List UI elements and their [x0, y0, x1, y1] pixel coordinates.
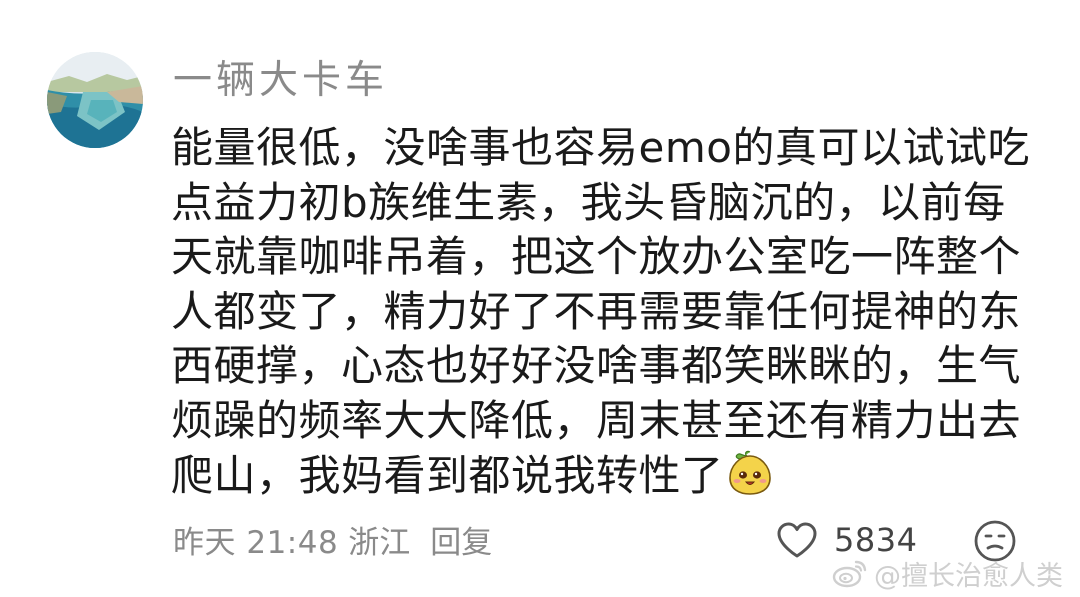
- reply-button[interactable]: 回复: [430, 517, 492, 562]
- comment-line: 能量很低，没啥事也容易emo的真可以试试吃: [171, 123, 1030, 172]
- comment-line: 西硬撑，心态也好好没啥事都笑眯眯的，生气: [171, 341, 1022, 390]
- comment-line: 点益力初b族维生素，我头昏脑沉的，以前每: [171, 177, 1006, 227]
- avatar-beach-photo: [47, 52, 143, 148]
- weibo-logo-icon: [832, 560, 867, 588]
- comment-line: 人都变了，精力好了不再需要靠任何提神的东: [171, 286, 1022, 336]
- comment-last-line: 爬山，我妈看到都说我转性了: [171, 448, 1031, 504]
- comment-line: 爬山，我妈看到都说我转性了: [171, 451, 724, 500]
- username[interactable]: 一辆大卡车: [173, 55, 388, 107]
- comment-text: 能量很低，没啥事也容易emo的真可以试试吃 点益力初b族维生素，我头昏脑沉的，以…: [171, 121, 1031, 504]
- comment-line: 天就靠咖啡吊着，把这个放办公室吃一阵整个: [171, 232, 1022, 281]
- watermark-text: @擅长治愈人类: [874, 560, 1063, 592]
- heart-outline-icon[interactable]: [776, 521, 818, 559]
- comment-time: 昨天 21:48: [173, 524, 339, 561]
- comment-line: 烦躁的频率大大降低，周末甚至还有精力出去: [171, 395, 1022, 445]
- avatar[interactable]: [47, 52, 143, 148]
- comment-location: 浙江: [348, 524, 411, 561]
- watermark: @擅长治愈人类: [832, 553, 1063, 593]
- comment-meta: 昨天 21:48 浙江 回复: [173, 517, 492, 561]
- cute-sticker-icon: [728, 450, 771, 495]
